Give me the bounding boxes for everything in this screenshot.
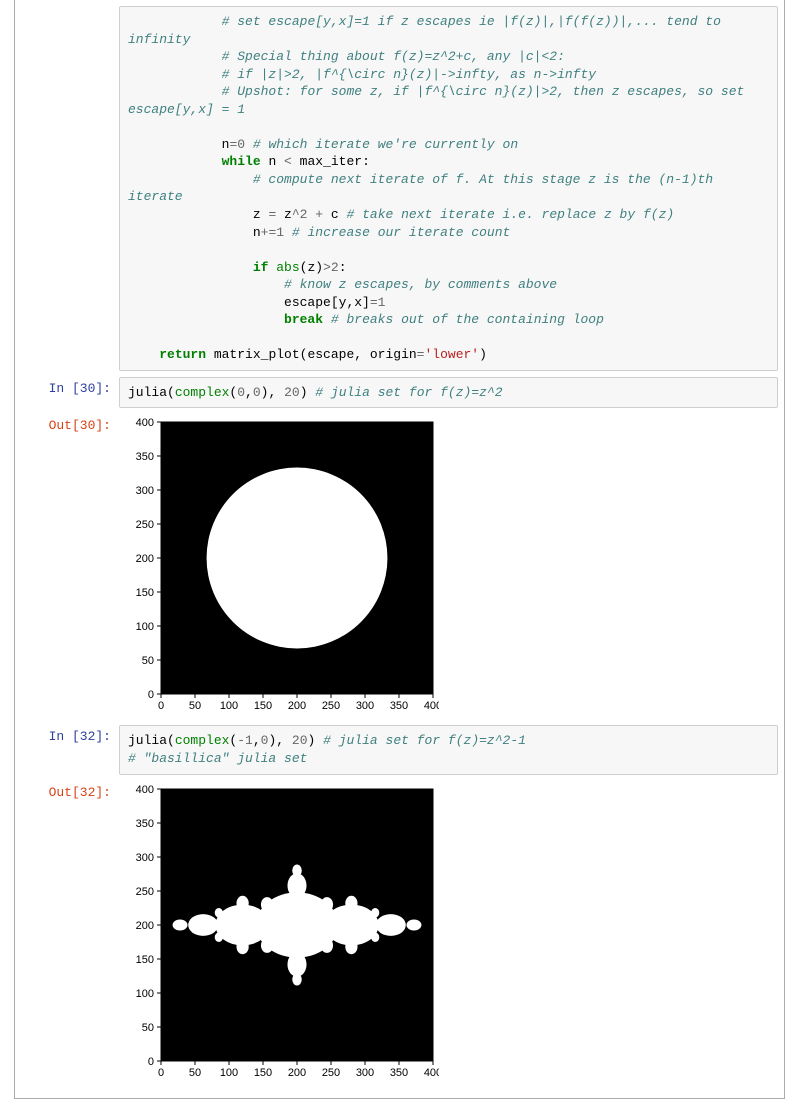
svg-text:200: 200	[136, 553, 154, 565]
svg-text:300: 300	[356, 1067, 374, 1079]
svg-text:100: 100	[136, 621, 154, 633]
svg-text:50: 50	[189, 1067, 201, 1079]
input-cell-32: In [32]: julia(complex(-1,0), 20) # juli…	[21, 725, 778, 774]
code-block: julia(complex(0,0), 20) # julia set for …	[128, 384, 769, 402]
input-prompt-32: In [32]:	[21, 725, 119, 744]
svg-text:300: 300	[136, 852, 154, 864]
code-input-area[interactable]: julia(complex(0,0), 20) # julia set for …	[119, 377, 778, 409]
svg-text:100: 100	[220, 1067, 238, 1079]
code-block: # set escape[y,x]=1 if z escapes ie |f(z…	[128, 13, 769, 364]
code-block: julia(complex(-1,0), 20) # julia set for…	[128, 732, 769, 767]
svg-text:200: 200	[288, 700, 306, 712]
svg-text:150: 150	[136, 587, 154, 599]
input-prompt-30: In [30]:	[21, 377, 119, 396]
svg-text:350: 350	[136, 818, 154, 830]
svg-text:350: 350	[390, 700, 408, 712]
notebook-container: # set escape[y,x]=1 if z escapes ie |f(z…	[14, 0, 785, 1099]
svg-text:300: 300	[136, 485, 154, 497]
code-input-area[interactable]: # set escape[y,x]=1 if z escapes ie |f(z…	[119, 6, 778, 371]
output-cell-32: Out[32]: 0 50 100 150 200 250 300 350 400 0 50 100 1…	[21, 781, 778, 1086]
plot-julia-z2: 0 50 100 150 200 250 300 350 400 0 50 100 150 200 250 3…	[119, 416, 439, 716]
svg-text:250: 250	[136, 519, 154, 531]
svg-text:150: 150	[254, 700, 272, 712]
page: # set escape[y,x]=1 if z escapes ie |f(z…	[0, 0, 799, 1119]
svg-text:200: 200	[288, 1067, 306, 1079]
svg-text:150: 150	[254, 1067, 272, 1079]
code-cell-fragment: # set escape[y,x]=1 if z escapes ie |f(z…	[21, 6, 778, 371]
svg-text:250: 250	[322, 1067, 340, 1079]
svg-text:250: 250	[322, 700, 340, 712]
svg-text:100: 100	[220, 700, 238, 712]
svg-text:200: 200	[136, 920, 154, 932]
svg-text:150: 150	[136, 954, 154, 966]
prompt-placeholder	[21, 6, 119, 10]
svg-text:300: 300	[356, 700, 374, 712]
output-prompt-30: Out[30]:	[21, 414, 119, 433]
plot-julia-basilica: 0 50 100 150 200 250 300 350 400 0 50 100 150 200 250 3…	[119, 783, 439, 1083]
svg-text:50: 50	[142, 655, 154, 667]
svg-text:50: 50	[142, 1022, 154, 1034]
output-cell-30: Out[30]: 0 50 100 150 200 250 300 350 400 0 50 100 1…	[21, 414, 778, 719]
output-prompt-32: Out[32]:	[21, 781, 119, 800]
code-input-area[interactable]: julia(complex(-1,0), 20) # julia set for…	[119, 725, 778, 774]
svg-text:400: 400	[424, 1067, 439, 1079]
input-cell-30: In [30]: julia(complex(0,0), 20) # julia…	[21, 377, 778, 409]
svg-text:0: 0	[158, 700, 164, 712]
svg-text:0: 0	[148, 689, 154, 701]
svg-text:50: 50	[189, 700, 201, 712]
svg-text:0: 0	[148, 1056, 154, 1068]
output-area: 0 50 100 150 200 250 300 350 400 0 50 100 150 200 250 3…	[119, 781, 778, 1086]
svg-text:100: 100	[136, 988, 154, 1000]
svg-text:350: 350	[390, 1067, 408, 1079]
svg-text:250: 250	[136, 886, 154, 898]
svg-text:400: 400	[424, 700, 439, 712]
svg-text:400: 400	[136, 417, 154, 429]
svg-text:350: 350	[136, 451, 154, 463]
svg-text:400: 400	[136, 784, 154, 796]
svg-text:0: 0	[158, 1067, 164, 1079]
output-area: 0 50 100 150 200 250 300 350 400 0 50 100 150 200 250 3…	[119, 414, 778, 719]
